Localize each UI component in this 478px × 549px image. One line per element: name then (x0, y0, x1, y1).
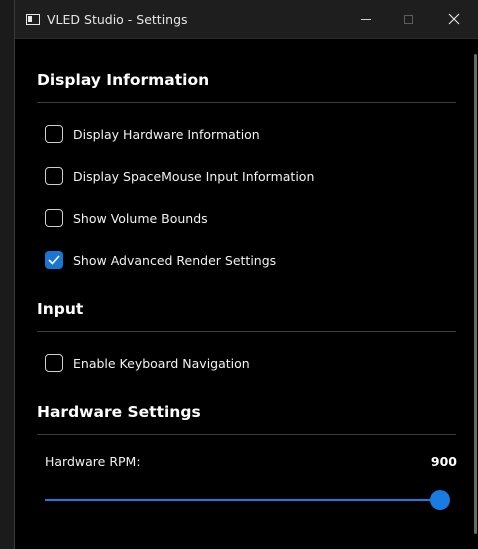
vertical-scrollbar[interactable] (474, 54, 477, 534)
checkbox-show-advanced-render-settings[interactable]: Show Advanced Render Settings (45, 250, 276, 270)
title-bar[interactable]: VLED Studio - Settings (15, 0, 478, 39)
section-title-input: Input (37, 300, 84, 318)
checkbox-box[interactable] (45, 354, 63, 372)
close-icon (448, 13, 460, 25)
slider-thumb[interactable] (430, 490, 450, 510)
close-button[interactable] (431, 0, 477, 38)
hardware-rpm-label: Hardware RPM: (45, 454, 141, 469)
hardware-rpm-value: 900 (430, 454, 457, 469)
checkbox-label: Show Advanced Render Settings (73, 252, 277, 268)
slider-fill (45, 499, 440, 501)
divider (37, 434, 456, 435)
divider (37, 331, 456, 332)
checkbox-enable-keyboard-navigation[interactable]: Enable Keyboard Navigation (45, 353, 250, 373)
settings-window: VLED Studio - Settings Display Informati… (14, 0, 478, 549)
window-title: VLED Studio - Settings (47, 12, 188, 27)
section-title-hardware-settings: Hardware Settings (37, 403, 201, 421)
checkbox-show-volume-bounds[interactable]: Show Volume Bounds (45, 208, 208, 228)
maximize-button[interactable] (385, 0, 431, 38)
section-title-display-information: Display Information (37, 71, 210, 89)
checkbox-display-hardware-information[interactable]: Display Hardware Information (45, 124, 260, 144)
divider (37, 102, 456, 103)
checkbox-box[interactable] (45, 167, 63, 185)
checkbox-label: Enable Keyboard Navigation (73, 355, 250, 371)
checkbox-label: Display Hardware Information (73, 126, 260, 142)
checkbox-box-checked[interactable] (45, 251, 63, 269)
minimize-button[interactable] (343, 0, 389, 38)
maximize-icon (403, 14, 413, 24)
hardware-rpm-slider[interactable] (45, 490, 450, 510)
app-window-icon (26, 14, 40, 25)
checkmark-icon (48, 255, 60, 265)
checkbox-box[interactable] (45, 125, 63, 143)
settings-content: Display Information Display Hardware Inf… (15, 38, 478, 549)
checkbox-box[interactable] (45, 209, 63, 227)
minimize-icon (361, 18, 371, 20)
checkbox-display-spacemouse-input-information[interactable]: Display SpaceMouse Input Information (45, 166, 314, 186)
checkbox-label: Display SpaceMouse Input Information (73, 168, 315, 184)
checkbox-label: Show Volume Bounds (73, 210, 208, 226)
